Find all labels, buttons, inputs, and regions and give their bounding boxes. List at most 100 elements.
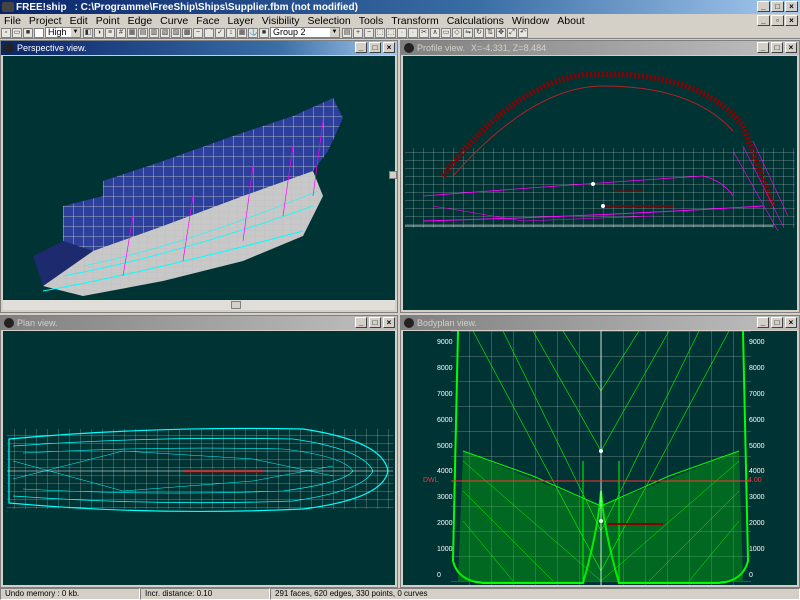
perspective-horizontal-scrollbar[interactable] (3, 300, 395, 310)
status-bar: Undo memory : 0 kb. Incr. distance: 0.10… (0, 588, 800, 600)
save-file-icon[interactable]: ■ (23, 27, 33, 38)
waterlines-icon[interactable]: ▨ (171, 27, 181, 38)
insert-plane-icon[interactable]: ▭ (441, 27, 451, 38)
bodyplan-maximize-button[interactable]: □ (771, 317, 783, 328)
markers-icon[interactable]: ✓ (215, 27, 225, 38)
select-all-icon[interactable]: ⬚ (375, 27, 385, 38)
perspective-close-button[interactable]: × (383, 42, 395, 53)
new-face-icon[interactable]: ◇ (452, 27, 462, 38)
plan-view-panel: Plan view. _ □ × (0, 315, 398, 588)
add-point-icon[interactable]: · (397, 27, 407, 38)
perspective-view-header: Perspective view. _ □ × (1, 41, 397, 55)
scrollbar-thumb[interactable] (231, 301, 241, 309)
tick-label: 0 (437, 571, 441, 579)
new-layer-icon[interactable]: + (353, 27, 363, 38)
profile-close-button[interactable]: × (785, 42, 797, 53)
tick-label: 6000 (749, 416, 765, 424)
wireframe-icon[interactable]: # (116, 27, 126, 38)
interior-edges-icon[interactable]: ▤ (138, 27, 148, 38)
menu-curve[interactable]: Curve (156, 15, 192, 27)
profile-view-title: Profile view. (417, 43, 466, 53)
split-edge-icon[interactable]: ✂ (419, 27, 429, 38)
menu-transform[interactable]: Transform (387, 15, 442, 27)
mirror-icon[interactable]: ⇋ (463, 27, 473, 38)
menu-edit[interactable]: Edit (66, 15, 92, 27)
mdi-minimize-button[interactable]: _ (757, 15, 770, 26)
scale-icon[interactable]: ⤢ (507, 27, 517, 38)
open-file-icon[interactable]: ▭ (12, 27, 22, 38)
stations-icon[interactable]: ▥ (149, 27, 159, 38)
mdi-restore-button[interactable]: ▫ (771, 15, 784, 26)
menu-window[interactable]: Window (508, 15, 553, 27)
menu-layer[interactable]: Layer (224, 15, 258, 27)
normals-icon[interactable]: ↕ (226, 27, 236, 38)
crease-icon[interactable]: ∧ (430, 27, 440, 38)
menu-point[interactable]: Point (92, 15, 124, 27)
tick-label: 3000 (437, 494, 453, 502)
tick-label: 0 (749, 571, 753, 579)
tick-label: 7000 (437, 390, 453, 398)
gauss-icon[interactable]: ◑ (94, 27, 104, 38)
close-button[interactable]: × (785, 1, 798, 12)
profile-view-header: Profile view. X=-4.331, Z=8.484 _ □ × (401, 41, 799, 55)
undo-icon[interactable]: ↶ (518, 27, 528, 38)
collapse-point-icon[interactable]: ∙ (408, 27, 418, 38)
bodyplan-minimize-button[interactable]: _ (757, 317, 769, 328)
grid-icon[interactable]: ▦ (237, 27, 247, 38)
menu-face[interactable]: Face (192, 15, 223, 27)
profile-minimize-button[interactable]: _ (757, 42, 769, 53)
tick-label: 1000 (437, 546, 453, 553)
menu-file[interactable]: File (0, 15, 25, 27)
tick-label: 7000 (749, 390, 765, 398)
menu-about[interactable]: About (553, 15, 588, 27)
bodyplan-close-button[interactable]: × (785, 317, 797, 328)
deselect-icon[interactable]: ⬚ (386, 27, 396, 38)
perspective-view-panel: Perspective view. _ □ × (0, 40, 398, 313)
plan-close-button[interactable]: × (383, 317, 395, 328)
menu-visibility[interactable]: Visibility (258, 15, 304, 27)
plan-maximize-button[interactable]: □ (369, 317, 381, 328)
rotate-icon[interactable]: ↻ (474, 27, 484, 38)
plan-minimize-button[interactable]: _ (355, 317, 367, 328)
hydrostatics-icon[interactable]: ⚓ (248, 27, 258, 38)
menu-selection[interactable]: Selection (304, 15, 355, 27)
maximize-button[interactable]: □ (771, 1, 784, 12)
layer-properties-icon[interactable]: ▤ (342, 27, 352, 38)
bodyplan-right-axis: 9000 8000 7000 6000 5000 4000 3000 2000 … (749, 339, 769, 579)
flowlines-icon[interactable]: ~ (193, 27, 203, 38)
menu-project[interactable]: Project (25, 15, 66, 27)
flip-icon[interactable]: ⇅ (485, 27, 495, 38)
shade-icon[interactable]: ◧ (83, 27, 93, 38)
curvature-icon[interactable]: ⌒ (204, 27, 214, 38)
ship-icon (404, 318, 414, 328)
control-net-icon[interactable]: ▦ (127, 27, 137, 38)
tick-label: 2000 (437, 520, 453, 528)
zebra-icon[interactable]: ≡ (105, 27, 115, 38)
profile-maximize-button[interactable]: □ (771, 42, 783, 53)
plan-viewport[interactable] (3, 331, 395, 585)
layer-select[interactable]: Group 2 ▼ (270, 27, 340, 38)
bodyplan-viewport[interactable]: 9000 8000 7000 6000 5000 4000 3000 2000 … (403, 331, 797, 585)
precision-checkbox[interactable] (34, 27, 44, 38)
delete-layer-icon[interactable]: − (364, 27, 374, 38)
menu-calculations[interactable]: Calculations (443, 15, 508, 27)
precision-select[interactable]: High ▼ (45, 27, 81, 38)
perspective-vertical-scroll-thumb[interactable] (389, 171, 397, 179)
perspective-minimize-button[interactable]: _ (355, 42, 367, 53)
profile-viewport[interactable] (403, 56, 797, 310)
perspective-maximize-button[interactable]: □ (369, 42, 381, 53)
tick-label: 5000 (437, 442, 453, 450)
plan-view-header: Plan view. _ □ × (1, 316, 397, 330)
menu-tools[interactable]: Tools (355, 15, 388, 27)
mdi-close-button[interactable]: × (785, 15, 798, 26)
buttocks-icon[interactable]: ▧ (160, 27, 170, 38)
layer-color-icon[interactable]: ■ (259, 27, 269, 38)
perspective-viewport[interactable] (3, 56, 395, 300)
tick-label: 9000 (437, 339, 453, 346)
minimize-button[interactable]: _ (757, 1, 770, 12)
move-icon[interactable]: ✥ (496, 27, 506, 38)
menu-edge[interactable]: Edge (124, 15, 157, 27)
precision-value: High (48, 27, 67, 37)
new-file-icon[interactable]: ▫ (1, 27, 11, 38)
diagonals-icon[interactable]: ▩ (182, 27, 192, 38)
